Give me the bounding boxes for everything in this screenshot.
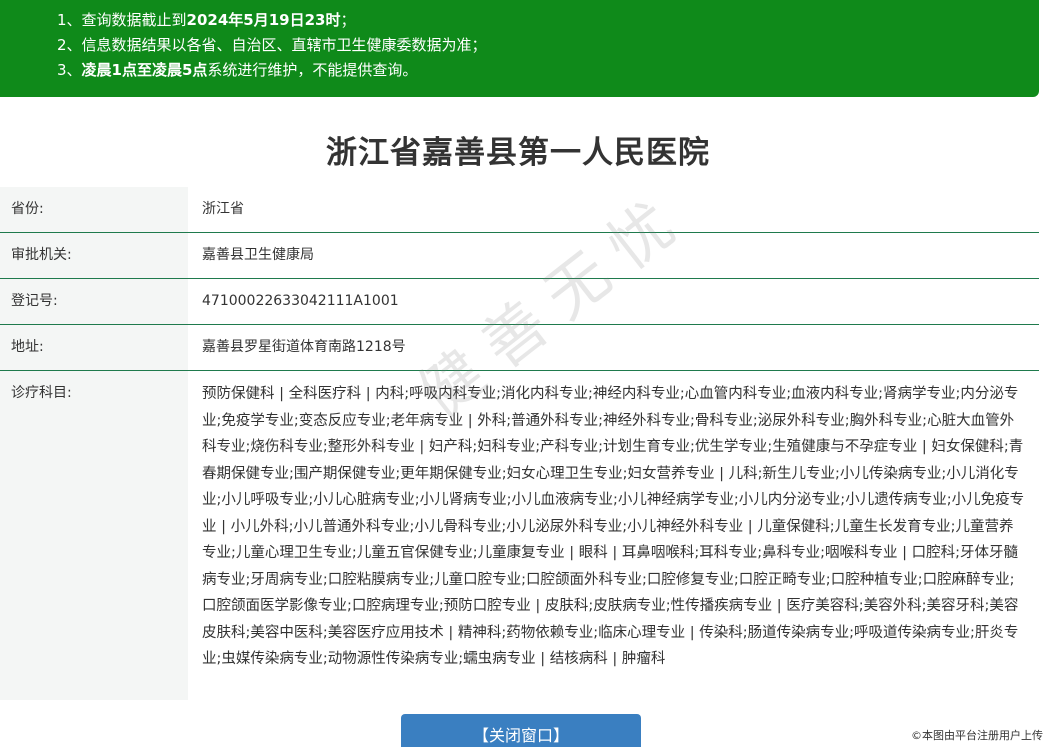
registration-value: 47100022633042111A1001: [202, 293, 399, 309]
close-window-button[interactable]: 【关闭窗口】: [401, 714, 641, 747]
address-value: 嘉善县罗星街道体育南路1218号: [202, 339, 406, 355]
footer-bar: 【关闭窗口】 ©本图由平台注册用户上传: [0, 700, 1051, 747]
upload-note: ©本图由平台注册用户上传: [911, 729, 1043, 742]
notice-line-1: 1、查询数据截止到2024年5月19日23时；: [57, 11, 356, 29]
row-province: 省份: 浙江省: [0, 187, 1039, 233]
notice-line-2: 2、信息数据结果以各省、自治区、直辖市卫生健康委数据为准；: [57, 36, 487, 54]
departments-value: 预防保健科 | 全科医疗科 | 内科;呼吸内科专业;消化内科专业;神经内科专业;…: [202, 386, 1025, 667]
row-registration: 登记号: 47100022633042111A1001: [0, 279, 1039, 325]
row-address: 地址: 嘉善县罗星街道体育南路1218号: [0, 325, 1039, 371]
hospital-info-table: 省份: 浙江省 审批机关: 嘉善县卫生健康局 登记号: 471000226330…: [0, 187, 1039, 701]
departments-label: 诊疗科目:: [0, 371, 188, 701]
address-label: 地址:: [0, 325, 188, 370]
row-departments: 诊疗科目: 预防保健科 | 全科医疗科 | 内科;呼吸内科专业;消化内科专业;神…: [0, 371, 1039, 701]
notice-banner: 1、查询数据截止到2024年5月19日23时； 2、信息数据结果以各省、自治区、…: [0, 0, 1039, 97]
province-value: 浙江省: [202, 201, 244, 217]
province-label: 省份:: [0, 187, 188, 232]
authority-label: 审批机关:: [0, 233, 188, 278]
page-title: 浙江省嘉善县第一人民医院: [326, 135, 710, 171]
notice-line-3: 3、凌晨1点至凌晨5点系统进行维护，不能提供查询。: [57, 61, 418, 79]
registration-label: 登记号:: [0, 279, 188, 324]
row-authority: 审批机关: 嘉善县卫生健康局: [0, 233, 1039, 279]
authority-value: 嘉善县卫生健康局: [202, 247, 314, 263]
